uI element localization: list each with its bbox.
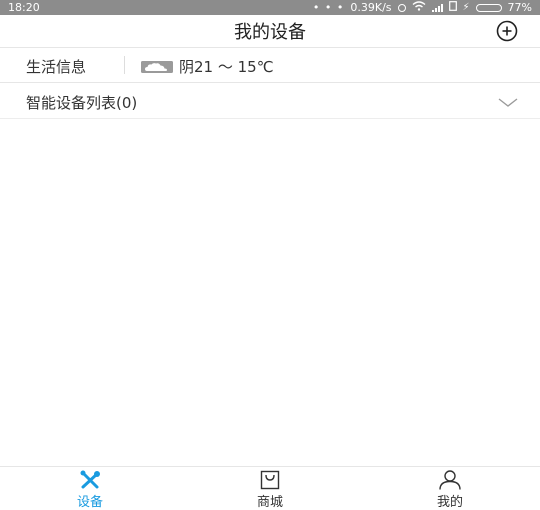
weather-row[interactable]: 生活信息 阴21 ～ 15℃ (0, 48, 540, 83)
plus-circle-icon (496, 20, 518, 42)
tab-label: 我的 (436, 495, 463, 510)
add-device-button[interactable] (496, 20, 518, 42)
wifi-icon (412, 0, 426, 15)
weather-divider (124, 56, 125, 74)
smart-device-list-header[interactable]: 智能设备列表(0) (0, 83, 540, 119)
network-speed: 0.39K/s (350, 1, 392, 14)
tab-label: 设备 (76, 495, 103, 510)
chevron-down-icon[interactable] (498, 94, 518, 107)
weather-text: 阴21 ～ 15℃ (179, 58, 274, 76)
cloud-icon (141, 59, 173, 73)
battery-percent: 77% (507, 1, 532, 14)
tab-mall[interactable]: 商城 (180, 467, 360, 510)
life-info-label: 生活信息 (26, 58, 87, 76)
tab-devices[interactable]: 设备 (0, 467, 180, 510)
tab-label: 商城 (256, 495, 283, 510)
alarm-icon (397, 3, 406, 12)
signal-icon (431, 3, 443, 12)
user-icon (438, 470, 462, 490)
app-header: 我的设备 (0, 15, 540, 48)
page-title: 我的设备 (234, 22, 306, 43)
no-sim-icon (448, 0, 457, 15)
status-right-group: • • • 0.39K/s ⚡ 77% (313, 0, 532, 15)
wrench-screwdriver-icon (78, 470, 102, 490)
charging-icon: ⚡ (462, 2, 470, 13)
shopping-bag-icon (258, 470, 282, 490)
tab-mine[interactable]: 我的 (360, 467, 540, 510)
bottom-tab-bar: 设备 商城 我的 (0, 466, 540, 510)
status-dots: • • • (312, 1, 345, 14)
status-bar: 18:20 • • • 0.39K/s ⚡ 77% (0, 0, 540, 15)
battery-icon (475, 3, 502, 12)
device-list-label: 智能设备列表(0) (26, 94, 138, 112)
status-time: 18:20 (8, 1, 40, 14)
